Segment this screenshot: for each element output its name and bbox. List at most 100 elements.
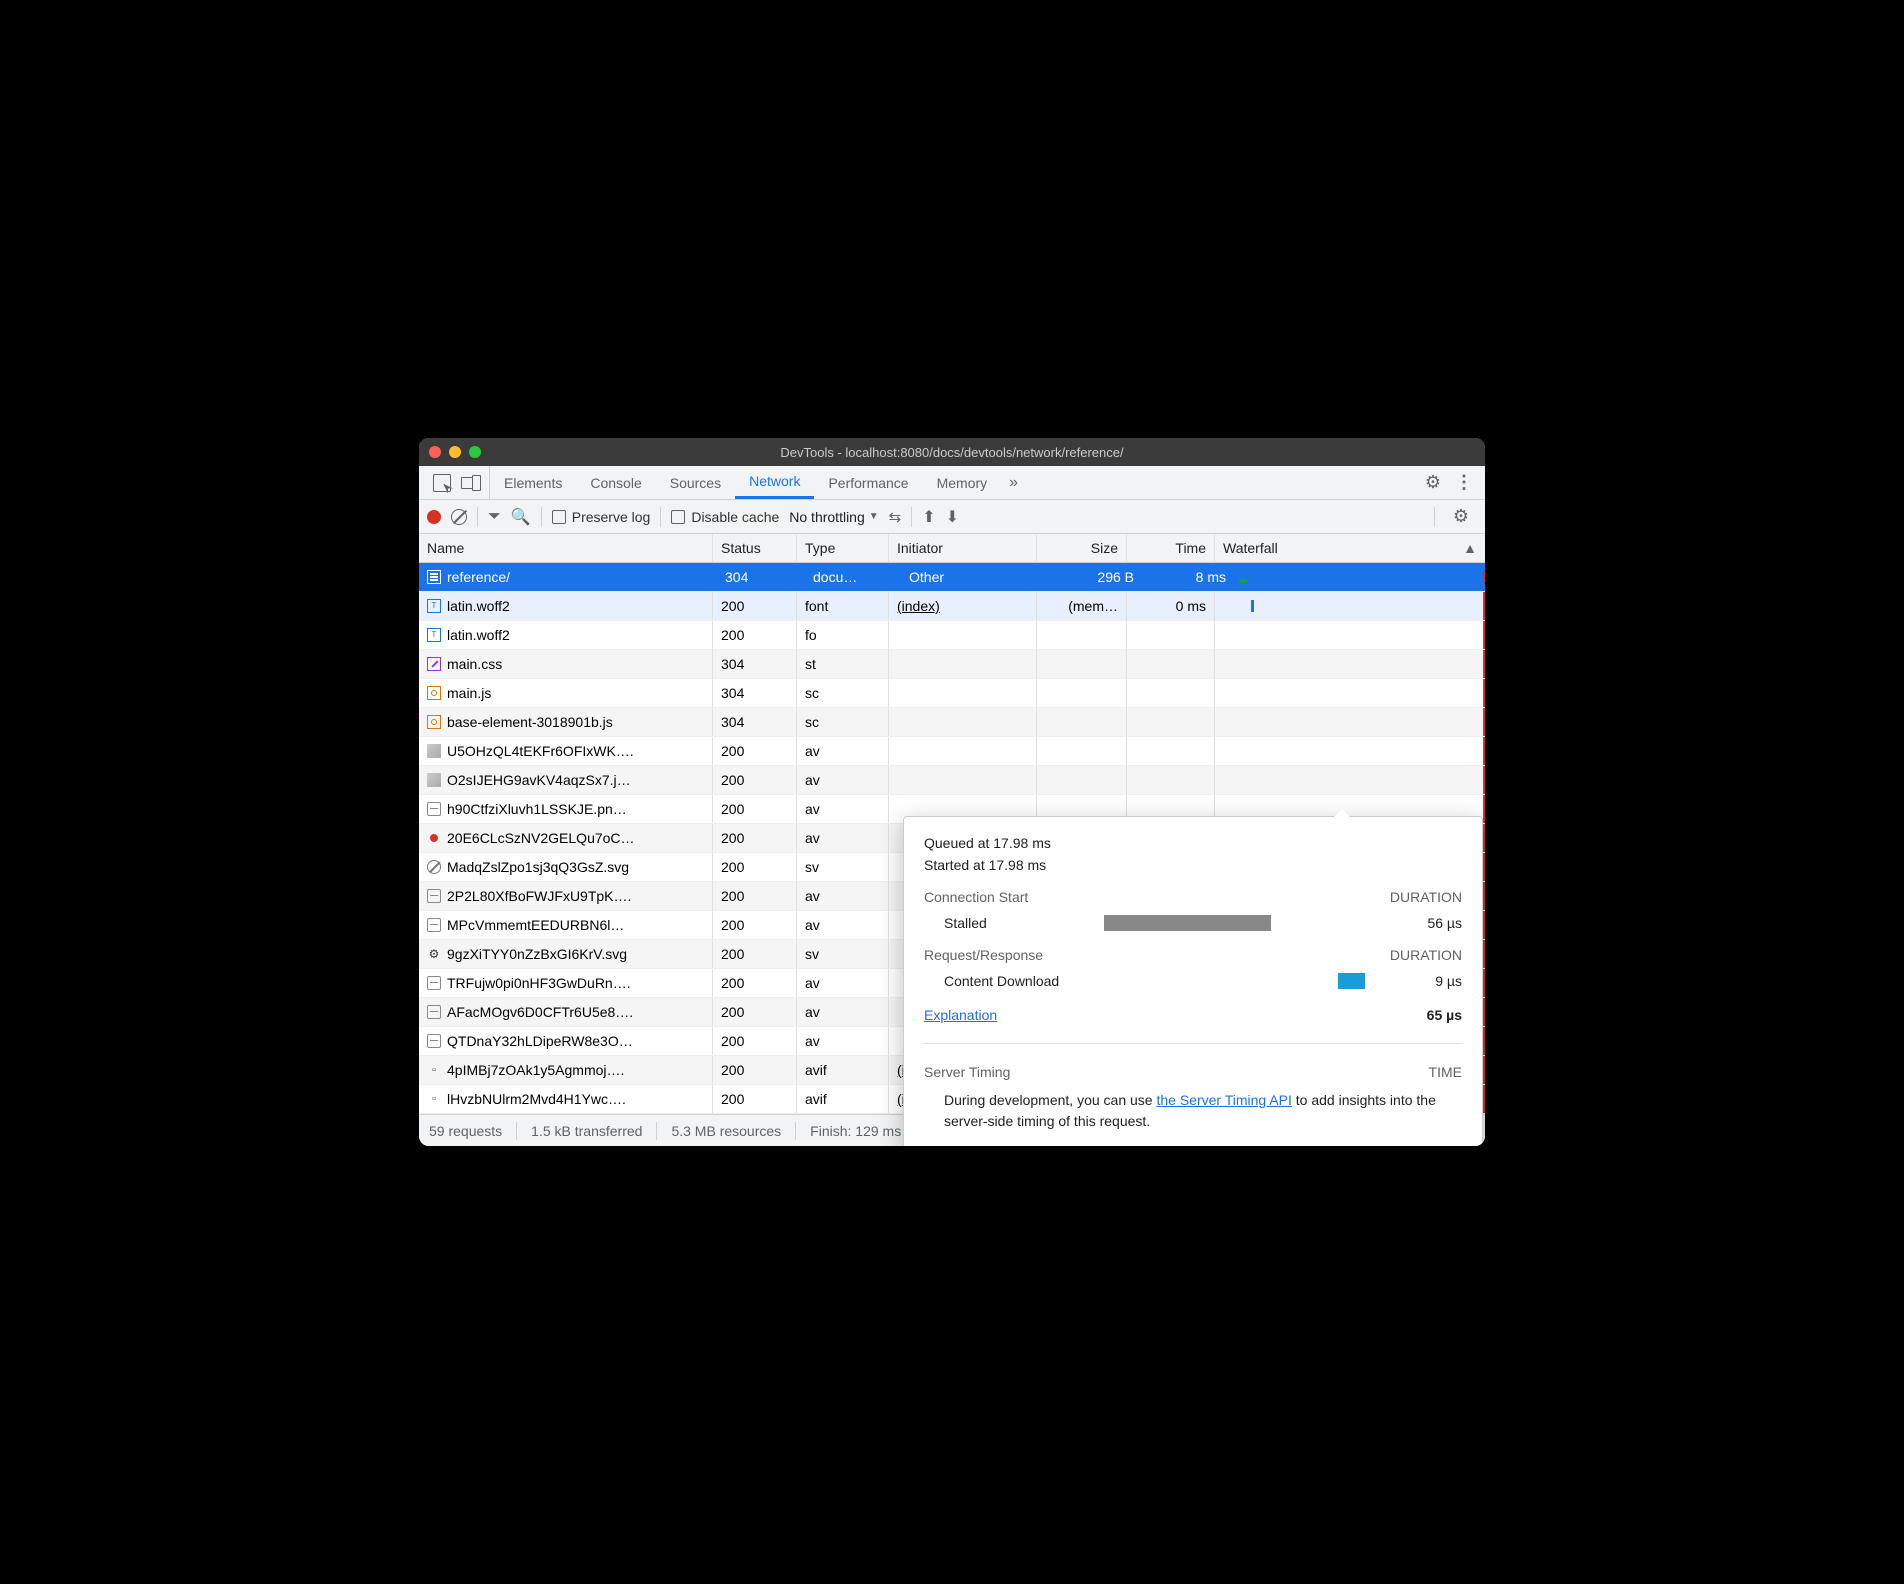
inspect-icon[interactable] xyxy=(433,474,451,492)
window-title: DevTools - localhost:8080/docs/devtools/… xyxy=(419,445,1485,460)
request-waterfall xyxy=(1215,650,1485,678)
request-name: 20E6CLcSzNV2GELQu7oC… xyxy=(447,830,635,846)
network-conditions-icon[interactable]: ⇆ xyxy=(889,508,902,526)
av-file-icon: ▫ xyxy=(427,1092,441,1106)
server-timing-api-link[interactable]: the Server Timing API xyxy=(1156,1092,1291,1108)
request-initiator xyxy=(889,621,1037,649)
request-name: AFacMOgv6D0CFTr6U5e8…. xyxy=(447,1004,633,1020)
kebab-menu-icon[interactable]: ⋮ xyxy=(1449,472,1479,493)
request-time: 8 ms xyxy=(1147,563,1235,591)
network-settings-gear-icon[interactable]: ⚙ xyxy=(1445,506,1477,527)
request-status: 304 xyxy=(717,563,801,591)
tab-sources[interactable]: Sources xyxy=(656,466,735,499)
em-file-icon xyxy=(427,918,441,932)
import-har-icon[interactable]: ⬆ xyxy=(922,507,935,527)
col-name[interactable]: Name xyxy=(419,534,713,562)
request-type: sc xyxy=(797,708,889,736)
request-waterfall xyxy=(1239,571,1485,583)
request-type: av xyxy=(797,1027,889,1055)
table-row[interactable]: Tlatin.woff2200font(index)(mem…0 ms xyxy=(419,592,1485,621)
tab-elements[interactable]: Elements xyxy=(490,466,576,499)
tab-performance[interactable]: Performance xyxy=(814,466,922,499)
request-status: 200 xyxy=(713,766,797,794)
filter-icon[interactable]: ⏷ xyxy=(488,508,501,526)
table-row[interactable]: O2sIJEHG9avKV4aqzSx7.j…200av xyxy=(419,766,1485,795)
settings-gear-icon[interactable]: ⚙ xyxy=(1417,472,1449,493)
request-size xyxy=(1037,766,1127,794)
preserve-log-checkbox[interactable]: Preserve log xyxy=(552,509,651,525)
tab-network[interactable]: Network xyxy=(735,466,814,499)
request-waterfall xyxy=(1215,592,1485,620)
disable-cache-checkbox[interactable]: Disable cache xyxy=(671,509,779,525)
chevron-down-icon: ▼ xyxy=(869,511,879,522)
request-waterfall xyxy=(1215,708,1485,736)
font-file-icon: T xyxy=(427,628,441,642)
request-status: 200 xyxy=(713,969,797,997)
status-requests: 59 requests xyxy=(429,1123,502,1139)
col-status[interactable]: Status xyxy=(713,534,797,562)
request-initiator xyxy=(889,737,1037,765)
request-status: 200 xyxy=(713,1027,797,1055)
record-icon[interactable] xyxy=(427,510,441,524)
request-type: font xyxy=(797,592,889,620)
queued-label: Queued at 17.98 ms xyxy=(924,835,1462,851)
status-finish: Finish: 129 ms xyxy=(810,1123,901,1139)
tab-memory[interactable]: Memory xyxy=(923,466,1002,499)
col-time[interactable]: Time xyxy=(1127,534,1215,562)
throttling-select[interactable]: No throttling ▼ xyxy=(789,509,878,525)
more-tabs-icon[interactable]: » xyxy=(1001,474,1026,492)
checkbox-icon[interactable] xyxy=(671,510,685,524)
checkbox-icon[interactable] xyxy=(552,510,566,524)
minimize-icon[interactable] xyxy=(449,446,461,458)
devtools-window: DevTools - localhost:8080/docs/devtools/… xyxy=(419,438,1485,1146)
col-initiator[interactable]: Initiator xyxy=(889,534,1037,562)
request-status: 304 xyxy=(713,708,797,736)
table-header: Name Status Type Initiator Size Time Wat… xyxy=(419,534,1485,563)
search-icon[interactable]: 🔍 xyxy=(511,507,531,527)
request-size xyxy=(1037,737,1127,765)
maximize-icon[interactable] xyxy=(469,446,481,458)
tab-console[interactable]: Console xyxy=(576,466,655,499)
disable-cache-label: Disable cache xyxy=(691,509,779,525)
request-initiator xyxy=(889,650,1037,678)
table-row[interactable]: main.css304st xyxy=(419,650,1485,679)
request-status: 200 xyxy=(713,824,797,852)
request-name: lHvzbNUlrm2Mvd4H1Ywc…. xyxy=(447,1091,626,1107)
request-status: 200 xyxy=(713,795,797,823)
server-timing-text: During development, you can use the Serv… xyxy=(924,1090,1462,1132)
request-name: MPcVmmemtEEDURBN6l… xyxy=(447,917,624,933)
preserve-log-label: Preserve log xyxy=(572,509,651,525)
request-time xyxy=(1127,650,1215,678)
close-icon[interactable] xyxy=(429,446,441,458)
request-name: main.js xyxy=(447,685,491,701)
table-row[interactable]: base-element-3018901b.js304sc xyxy=(419,708,1485,737)
request-size xyxy=(1037,621,1127,649)
request-status: 200 xyxy=(713,911,797,939)
request-initiator: Other xyxy=(901,563,1049,591)
request-type: av xyxy=(797,998,889,1026)
col-size[interactable]: Size xyxy=(1037,534,1127,562)
table-row[interactable]: reference/304docu…Other296 B8 ms xyxy=(419,563,1485,592)
table-row[interactable]: U5OHzQL4tEKFr6OFIxWK….200av xyxy=(419,737,1485,766)
col-waterfall[interactable]: Waterfall ▲ xyxy=(1215,534,1485,562)
em-file-icon xyxy=(427,1034,441,1048)
col-type[interactable]: Type xyxy=(797,534,889,562)
request-time xyxy=(1127,766,1215,794)
request-type: avif xyxy=(797,1085,889,1113)
device-toggle-icon[interactable] xyxy=(461,475,481,491)
stalled-value: 56 µs xyxy=(1382,915,1462,931)
duration-header: DURATION xyxy=(1390,947,1462,963)
table-row[interactable]: main.js304sc xyxy=(419,679,1485,708)
table-row[interactable]: Tlatin.woff2200fo xyxy=(419,621,1485,650)
font-file-icon: T xyxy=(427,599,441,613)
initiator-link[interactable]: (index) xyxy=(897,598,940,614)
total-value: 65 µs xyxy=(1427,1007,1462,1023)
export-har-icon[interactable]: ⬇ xyxy=(946,507,959,527)
request-type: sv xyxy=(797,853,889,881)
request-status: 200 xyxy=(713,1056,797,1084)
request-name: reference/ xyxy=(447,569,510,585)
explanation-link[interactable]: Explanation xyxy=(924,1007,997,1023)
css-file-icon xyxy=(427,657,441,671)
clear-icon[interactable] xyxy=(451,509,467,525)
request-waterfall xyxy=(1215,766,1485,794)
